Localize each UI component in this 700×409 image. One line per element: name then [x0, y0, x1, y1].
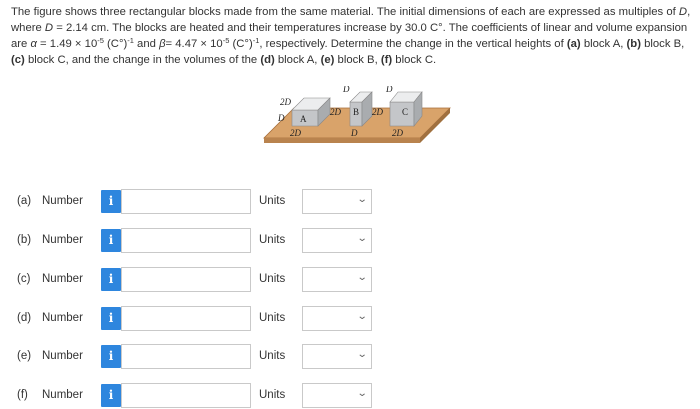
number-label: Number [42, 350, 83, 362]
label-c-top: D [385, 86, 393, 94]
chevron-down-icon: ⌄ [356, 233, 368, 244]
part-label: (b) [17, 234, 32, 246]
blocks-diagram: 2D D A 2D D 2D B D D 2D C 2D [263, 84, 451, 143]
units-select[interactable]: ⌄ [302, 267, 372, 292]
part-label: (a) [17, 195, 32, 207]
chevron-down-icon: ⌄ [356, 388, 368, 399]
info-button[interactable]: i [101, 307, 121, 330]
answer-row-c: (c) Number i Units ⌄ [0, 267, 700, 293]
number-input[interactable] [121, 306, 251, 331]
units-label: Units [259, 312, 286, 324]
number-input[interactable] [121, 344, 251, 369]
label-b-name: B [353, 107, 359, 117]
number-label: Number [42, 312, 83, 324]
units-select[interactable]: ⌄ [302, 189, 372, 214]
number-label: Number [42, 234, 83, 246]
units-label: Units [259, 234, 286, 246]
label-b-bottom: D [350, 128, 358, 138]
label-a-left: D [277, 113, 285, 123]
answer-row-d: (d) Number i Units ⌄ [0, 306, 700, 332]
label-a-name: A [300, 114, 307, 124]
problem-statement: The figure shows three rectangular block… [11, 6, 691, 66]
part-label: (e) [17, 350, 32, 362]
number-input[interactable] [121, 383, 251, 408]
chevron-down-icon: ⌄ [356, 349, 368, 360]
info-button[interactable]: i [101, 229, 121, 252]
units-select[interactable]: ⌄ [302, 306, 372, 331]
label-c-left: 2D [372, 107, 384, 117]
answer-row-f: (f) Number i Units ⌄ [0, 383, 700, 409]
label-b-top: D [342, 86, 350, 94]
number-input[interactable] [121, 267, 251, 292]
number-input[interactable] [121, 228, 251, 253]
label-c-bottom: 2D [392, 128, 404, 138]
label-b-left: 2D [330, 107, 342, 117]
blocks-figure: 2D D A 2D D 2D B D D 2D C 2D [262, 84, 452, 156]
answer-row-a: (a) Number i Units ⌄ [0, 189, 700, 215]
part-label: (f) [17, 389, 28, 401]
answer-row-b: (b) Number i Units ⌄ [0, 228, 700, 254]
number-input[interactable] [121, 189, 251, 214]
units-label: Units [259, 389, 286, 401]
number-label: Number [42, 389, 83, 401]
units-select[interactable]: ⌄ [302, 383, 372, 408]
chevron-down-icon: ⌄ [356, 311, 368, 322]
units-label: Units [259, 273, 286, 285]
label-c-name: C [402, 107, 408, 117]
label-a-bottom: 2D [290, 128, 302, 138]
units-label: Units [259, 195, 286, 207]
units-label: Units [259, 350, 286, 362]
chevron-down-icon: ⌄ [356, 194, 368, 205]
part-label: (c) [17, 273, 31, 285]
label-a-top: 2D [280, 97, 292, 107]
info-button[interactable]: i [101, 190, 121, 213]
info-button[interactable]: i [101, 268, 121, 291]
info-button[interactable]: i [101, 345, 121, 368]
units-select[interactable]: ⌄ [302, 228, 372, 253]
chevron-down-icon: ⌄ [356, 272, 368, 283]
part-label: (d) [17, 312, 32, 324]
number-label: Number [42, 195, 83, 207]
answer-row-e: (e) Number i Units ⌄ [0, 344, 700, 370]
units-select[interactable]: ⌄ [302, 344, 372, 369]
info-button[interactable]: i [101, 384, 121, 407]
number-label: Number [42, 273, 83, 285]
